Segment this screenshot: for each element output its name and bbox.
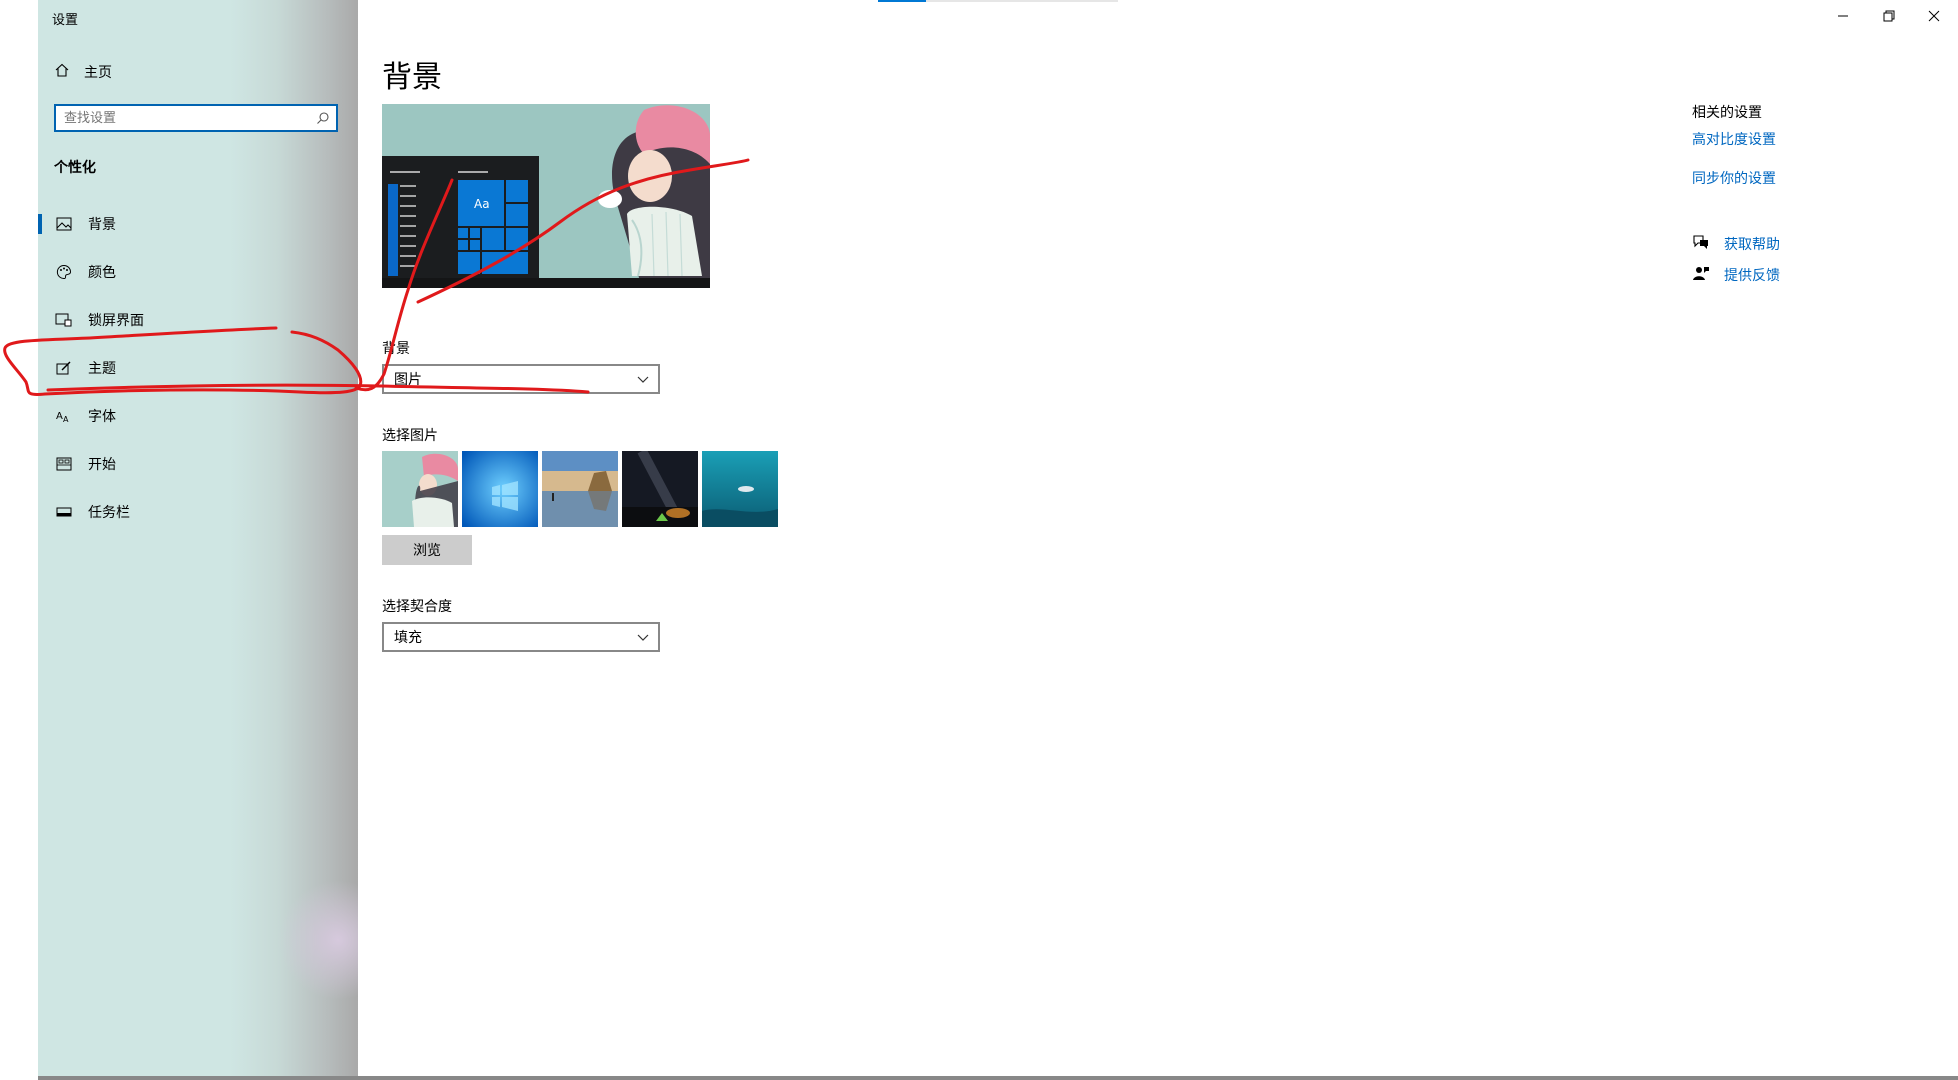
background-type-value: 图片 — [394, 372, 422, 388]
picture-thumb-3[interactable] — [542, 451, 618, 527]
sidebar-item-label: 背景 — [88, 217, 116, 233]
desktop-preview: Aa — [382, 104, 710, 288]
picture-thumb-2[interactable] — [462, 451, 538, 527]
picture-thumb-1[interactable] — [382, 451, 458, 527]
close-button[interactable] — [1922, 6, 1946, 26]
sync-settings-link[interactable]: 同步你的设置 — [1692, 168, 1776, 188]
section-title: 个性化 — [54, 160, 96, 176]
sidebar-item-background[interactable]: 背景 — [38, 202, 358, 246]
start-menu-icon — [54, 456, 74, 472]
chevron-down-icon — [636, 630, 650, 648]
chevron-down-icon — [636, 372, 650, 390]
search-input[interactable] — [56, 106, 304, 130]
feedback-row[interactable]: 提供反馈 — [1692, 265, 1780, 285]
home-nav-item[interactable]: 主页 — [54, 62, 112, 82]
choose-picture-label: 选择图片 — [382, 428, 438, 444]
get-help-link[interactable]: 获取帮助 — [1724, 234, 1780, 254]
fit-value: 填充 — [394, 630, 422, 646]
theme-brush-icon — [54, 360, 74, 376]
fit-dropdown[interactable]: 填充 — [382, 622, 660, 652]
high-contrast-link[interactable]: 高对比度设置 — [1692, 129, 1776, 149]
left-margin — [0, 0, 38, 1080]
picture-icon — [54, 216, 74, 232]
sidebar-item-start[interactable]: 开始 — [38, 442, 358, 486]
sidebar-item-taskbar[interactable]: 任务栏 — [38, 490, 358, 534]
taskbar-icon — [54, 504, 74, 520]
minimize-button[interactable] — [1831, 6, 1855, 26]
background-type-dropdown[interactable]: 图片 — [382, 364, 660, 394]
sidebar-item-label: 主题 — [88, 361, 116, 377]
feedback-link[interactable]: 提供反馈 — [1724, 265, 1780, 285]
feedback-icon — [1692, 265, 1710, 285]
browse-button[interactable]: 浏览 — [382, 535, 472, 565]
sidebar-item-lock-screen[interactable]: 锁屏界面 — [38, 298, 358, 342]
sidebar-item-fonts[interactable]: AA 字体 — [38, 394, 358, 438]
font-icon: AA — [54, 408, 74, 424]
related-settings-title: 相关的设置 — [1692, 105, 1762, 121]
svg-text:A: A — [63, 415, 69, 423]
get-help-row[interactable]: 获取帮助 — [1692, 234, 1780, 254]
search-icon[interactable] — [316, 110, 330, 129]
sidebar-item-label: 锁屏界面 — [88, 313, 144, 329]
bottom-border — [38, 1076, 1958, 1080]
search-box[interactable] — [54, 104, 338, 132]
restore-button[interactable] — [1877, 6, 1901, 26]
window-title: 设置 — [52, 13, 79, 28]
sidebar-item-label: 字体 — [88, 409, 116, 425]
sidebar-item-label: 颜色 — [88, 265, 116, 281]
page-title: 背景 — [382, 60, 442, 95]
home-label: 主页 — [84, 65, 112, 81]
picture-thumb-4[interactable] — [622, 451, 698, 527]
sidebar-item-themes[interactable]: 主题 — [38, 346, 358, 390]
svg-text:A: A — [56, 411, 63, 422]
sidebar-item-label: 开始 — [88, 457, 116, 473]
preview-tile-label: Aa — [474, 197, 490, 211]
background-type-label: 背景 — [382, 341, 410, 357]
help-chat-icon — [1692, 234, 1710, 254]
palette-icon — [54, 264, 74, 280]
active-indicator — [38, 214, 42, 234]
sidebar-item-colors[interactable]: 颜色 — [38, 250, 358, 294]
home-icon — [54, 62, 70, 82]
picture-thumb-5[interactable] — [702, 451, 778, 527]
lock-screen-icon — [54, 312, 74, 328]
sidebar-item-label: 任务栏 — [88, 505, 130, 521]
fit-label: 选择契合度 — [382, 599, 452, 615]
title-tab-indicator — [878, 0, 1118, 2]
